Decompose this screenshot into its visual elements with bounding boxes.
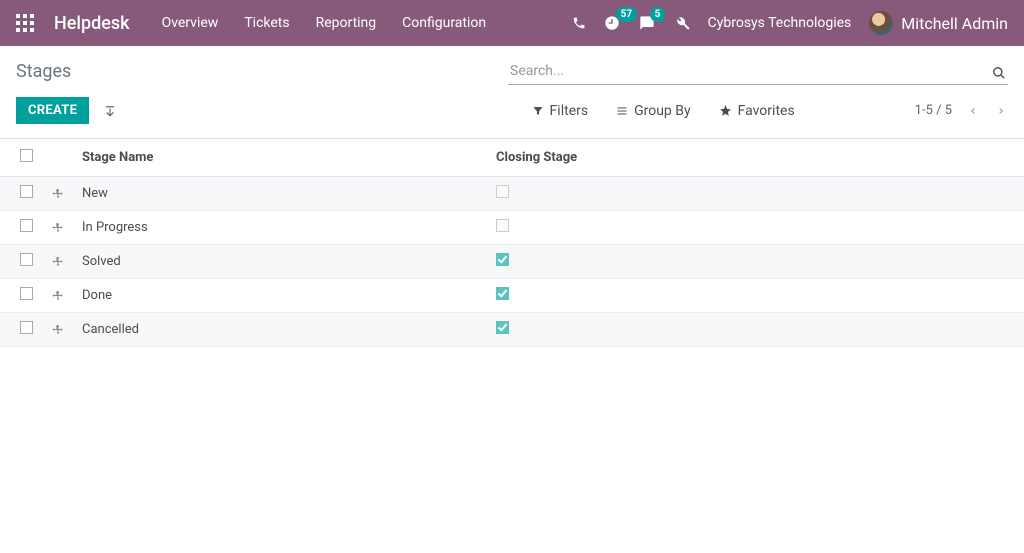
cell-stage-name: Solved bbox=[74, 245, 488, 279]
table-row[interactable]: Cancelled bbox=[0, 313, 1024, 347]
activities-badge: 57 bbox=[616, 7, 637, 22]
row-checkbox[interactable] bbox=[20, 287, 33, 300]
favorites-menu[interactable]: Favorites bbox=[719, 103, 795, 119]
avatar bbox=[869, 11, 893, 35]
app-title[interactable]: Helpdesk bbox=[54, 13, 130, 34]
chevron-left-icon bbox=[968, 104, 978, 118]
nav-tickets[interactable]: Tickets bbox=[244, 15, 289, 31]
breadcrumb: Stages bbox=[16, 61, 71, 82]
messages-icon[interactable]: 5 bbox=[638, 15, 656, 31]
phone-icon[interactable] bbox=[572, 16, 586, 30]
star-icon bbox=[719, 104, 732, 117]
row-checkbox[interactable] bbox=[20, 185, 33, 198]
pager-prev[interactable] bbox=[966, 101, 980, 120]
cell-stage-name: In Progress bbox=[74, 211, 488, 245]
favorites-label: Favorites bbox=[738, 103, 795, 119]
col-header-stage-name[interactable]: Stage Name bbox=[74, 139, 488, 177]
control-panel: Stages CREATE Filters Group By Favorites bbox=[0, 46, 1024, 139]
import-icon[interactable] bbox=[103, 101, 117, 120]
row-checkbox[interactable] bbox=[20, 321, 33, 334]
closing-stage-checkbox[interactable] bbox=[496, 219, 509, 232]
cell-stage-name: New bbox=[74, 177, 488, 211]
company-switcher[interactable]: Cybrosys Technologies bbox=[708, 15, 852, 31]
user-name: Mitchell Admin bbox=[901, 14, 1008, 33]
table-row[interactable]: Done bbox=[0, 279, 1024, 313]
cell-stage-name: Done bbox=[74, 279, 488, 313]
list-icon bbox=[616, 105, 628, 117]
row-checkbox[interactable] bbox=[20, 219, 33, 232]
closing-stage-checkbox[interactable] bbox=[496, 185, 509, 198]
developer-tools-icon[interactable] bbox=[674, 15, 690, 31]
search-area bbox=[508, 58, 1008, 85]
user-menu[interactable]: Mitchell Admin bbox=[869, 11, 1008, 35]
pager-text: 1-5 / 5 bbox=[915, 103, 952, 118]
groupby-menu[interactable]: Group By bbox=[616, 103, 691, 119]
drag-handle-icon[interactable] bbox=[44, 313, 74, 347]
select-all-checkbox[interactable] bbox=[20, 149, 33, 162]
nav-links: Overview Tickets Reporting Configuration bbox=[162, 15, 487, 31]
closing-stage-checkbox[interactable] bbox=[496, 253, 509, 266]
messages-badge: 5 bbox=[650, 7, 666, 22]
filter-icon bbox=[532, 105, 544, 117]
systray: 57 5 Cybrosys Technologies Mitchell Admi… bbox=[572, 11, 1008, 35]
filters-menu[interactable]: Filters bbox=[532, 103, 589, 119]
groupby-label: Group By bbox=[634, 103, 691, 119]
chevron-right-icon bbox=[996, 104, 1006, 118]
search-input[interactable] bbox=[508, 58, 1008, 85]
table-row[interactable]: Solved bbox=[0, 245, 1024, 279]
stages-table: Stage Name Closing Stage NewIn ProgressS… bbox=[0, 139, 1024, 347]
closing-stage-checkbox[interactable] bbox=[496, 287, 509, 300]
table-row[interactable]: New bbox=[0, 177, 1024, 211]
nav-configuration[interactable]: Configuration bbox=[402, 15, 486, 31]
search-options: Filters Group By Favorites bbox=[532, 103, 795, 119]
table-row[interactable]: In Progress bbox=[0, 211, 1024, 245]
nav-overview[interactable]: Overview bbox=[162, 15, 219, 31]
activities-icon[interactable]: 57 bbox=[604, 15, 620, 31]
drag-handle-icon[interactable] bbox=[44, 211, 74, 245]
closing-stage-checkbox[interactable] bbox=[496, 321, 509, 334]
cell-stage-name: Cancelled bbox=[74, 313, 488, 347]
top-navbar: Helpdesk Overview Tickets Reporting Conf… bbox=[0, 0, 1024, 46]
create-button[interactable]: CREATE bbox=[16, 97, 89, 124]
col-header-closing-stage[interactable]: Closing Stage bbox=[488, 139, 1024, 177]
drag-handle-icon[interactable] bbox=[44, 245, 74, 279]
pager: 1-5 / 5 bbox=[915, 101, 1008, 120]
apps-icon[interactable] bbox=[16, 14, 34, 32]
nav-reporting[interactable]: Reporting bbox=[316, 15, 377, 31]
search-icon[interactable] bbox=[992, 62, 1006, 81]
row-checkbox[interactable] bbox=[20, 253, 33, 266]
drag-handle-icon[interactable] bbox=[44, 279, 74, 313]
drag-handle-icon[interactable] bbox=[44, 177, 74, 211]
pager-next[interactable] bbox=[994, 101, 1008, 120]
filters-label: Filters bbox=[550, 103, 589, 119]
